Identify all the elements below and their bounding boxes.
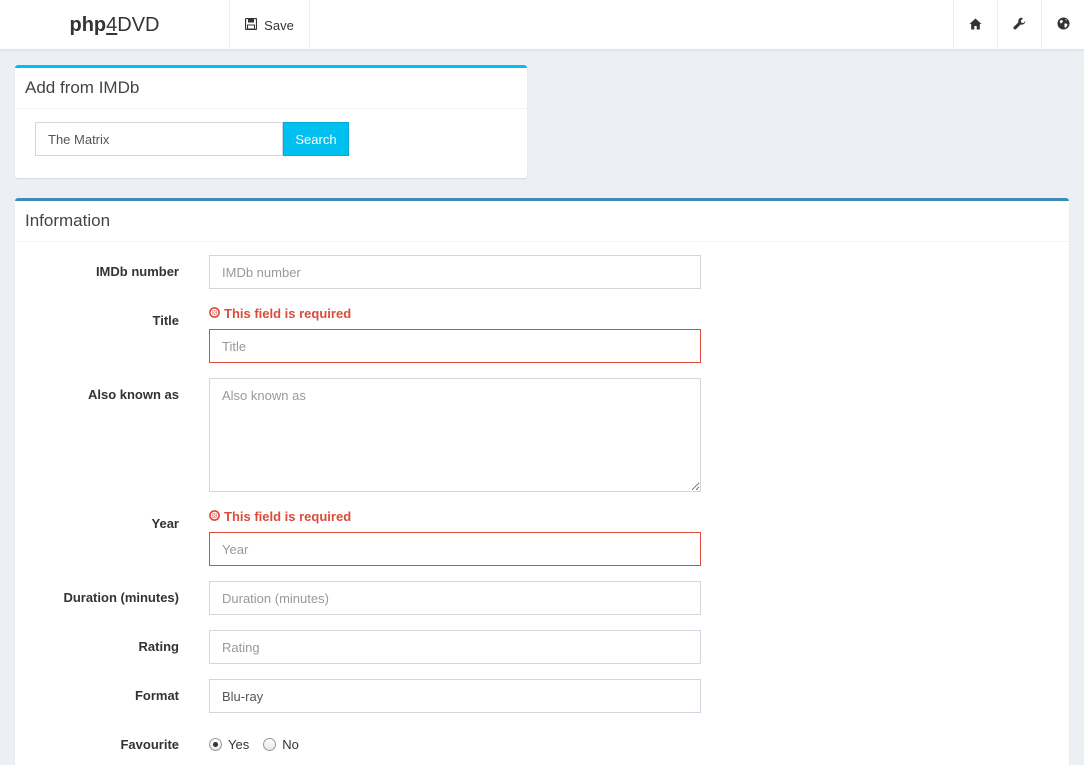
settings-button[interactable] <box>997 0 1041 50</box>
also-known-as-field[interactable] <box>209 378 701 492</box>
home-button[interactable] <box>953 0 997 50</box>
title-error-text: This field is required <box>224 306 352 321</box>
brand-part-dvd: DVD <box>117 13 160 36</box>
top-navbar: php 4 DVD Save <box>0 0 1084 50</box>
brand-part-php: php <box>69 13 107 36</box>
imdb-search-button[interactable]: Search <box>283 122 349 156</box>
home-icon <box>969 18 982 33</box>
duration-label: Duration (minutes) <box>63 590 179 605</box>
brand-logo[interactable]: php 4 DVD <box>0 0 230 50</box>
brand-part-4: 4 <box>106 13 118 36</box>
imdb-box-title: Add from IMDb <box>25 78 140 97</box>
rating-label: Rating <box>138 639 179 654</box>
imdb-search-box: Add from IMDb Search <box>15 65 527 178</box>
favourite-yes-radio[interactable] <box>209 738 222 751</box>
save-label: Save <box>264 17 294 33</box>
format-field[interactable] <box>209 679 701 713</box>
wrench-icon <box>1013 17 1026 33</box>
title-label: Title <box>152 313 180 328</box>
format-label: Format <box>134 688 179 703</box>
year-error-message: This field is required <box>209 509 351 524</box>
year-error-text: This field is required <box>224 509 352 524</box>
favourite-radio-group: Yes No <box>209 737 313 752</box>
imdb-box-header: Add from IMDb <box>15 68 527 109</box>
favourite-label: Favourite <box>120 737 179 752</box>
error-circle-icon <box>209 306 220 321</box>
save-button[interactable]: Save <box>230 0 310 50</box>
floppy-disk-icon <box>245 17 258 33</box>
duration-field[interactable] <box>209 581 701 615</box>
favourite-yes-label[interactable]: Yes <box>228 737 249 752</box>
title-field[interactable] <box>209 329 701 363</box>
favourite-no-label[interactable]: No <box>282 737 299 752</box>
year-label: Year <box>151 516 179 531</box>
imdb-search-input[interactable] <box>35 122 283 156</box>
information-box-title: Information <box>25 211 111 230</box>
radio-selected-dot <box>213 742 218 747</box>
error-circle-icon <box>209 509 220 524</box>
information-box-header: Information <box>15 201 1069 242</box>
language-button[interactable] <box>1041 0 1084 50</box>
title-error-message: This field is required <box>209 306 351 321</box>
also-known-as-label: Also known as <box>87 387 179 402</box>
imdb-number-field[interactable] <box>209 255 701 289</box>
globe-icon <box>1057 17 1070 33</box>
year-field[interactable] <box>209 532 701 566</box>
rating-field[interactable] <box>209 630 701 664</box>
favourite-no-radio[interactable] <box>263 738 277 751</box>
information-box: Information IMDb number Title This field… <box>15 198 1069 765</box>
imdb-number-label: IMDb number <box>95 264 179 279</box>
